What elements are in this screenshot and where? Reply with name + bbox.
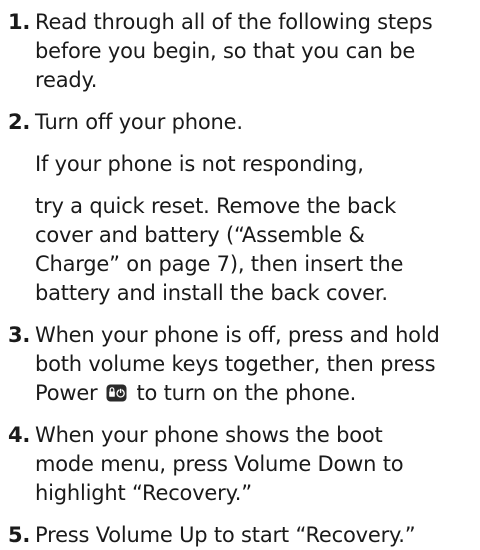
step-text-line: before you begin, so that you can be: [35, 39, 416, 63]
step-text-line: mode menu, press Volume Down to: [35, 452, 404, 476]
step-text-line: Read through all of the following steps: [35, 10, 433, 34]
note-text-line: try a quick reset. Remove the back: [35, 194, 397, 218]
step-text-line: highlight “Recovery.”: [35, 481, 252, 505]
step-4: 4. When your phone shows the boot mode m…: [8, 421, 474, 508]
step-5: 5. Press Volume Up to start “Recovery.”: [8, 521, 474, 550]
step-text-line: both volume keys together, then press: [35, 352, 436, 376]
step-text-line: Press Volume Up to start “Recovery.”: [35, 523, 416, 547]
step-number: 4.: [8, 423, 31, 447]
step-1: 1. Read through all of the following ste…: [8, 8, 474, 95]
step-number: 2.: [8, 110, 31, 134]
note-text-line: If your phone is not responding,: [35, 152, 364, 176]
step-2-note: If your phone is not responding,: [8, 150, 474, 179]
note-text-line: Charge” on page 7), then insert the: [35, 252, 404, 276]
step-2: 2. Turn off your phone.: [8, 108, 474, 137]
step-2-note-continued: try a quick reset. Remove the back cover…: [8, 192, 474, 308]
instructions-page: 1. Read through all of the following ste…: [0, 0, 480, 547]
step-text-line-with-icon: Power to turn on the phone.: [35, 379, 474, 408]
step-text-line: ready.: [35, 68, 98, 92]
power-lock-key-icon: [106, 384, 127, 402]
note-text-line: cover and battery (“Assemble &: [35, 223, 365, 247]
step-number: 5.: [8, 523, 31, 547]
step-number: 3.: [8, 323, 31, 347]
step-text-line: When your phone is off, press and hold: [35, 323, 440, 347]
step-number: 1.: [8, 10, 31, 34]
step-text-line: Turn off your phone.: [35, 110, 243, 134]
step-3: 3. When your phone is off, press and hol…: [8, 321, 474, 408]
step-text-fragment: to turn on the phone.: [129, 381, 357, 405]
step-text-line: When your phone shows the boot: [35, 423, 383, 447]
step-text-fragment: Power: [35, 381, 104, 405]
note-text-line: battery and install the back cover.: [35, 281, 388, 305]
